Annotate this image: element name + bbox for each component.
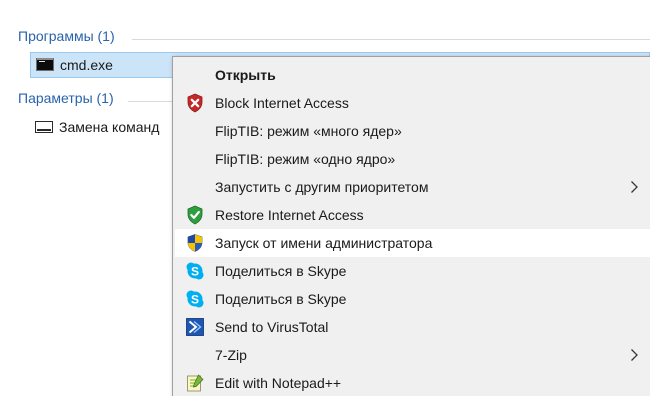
virustotal-icon	[185, 317, 205, 337]
menu-item-label: Запуск от имени администратора	[215, 235, 433, 251]
menu-item-label: Block Internet Access	[215, 95, 349, 111]
menu-item-fliptib-one-core[interactable]: FlipTIB: режим «одно ядро»	[175, 145, 650, 173]
menu-item-label: Restore Internet Access	[215, 207, 364, 223]
menu-item-label: Edit with Notepad++	[215, 375, 342, 391]
svg-text:S: S	[191, 264, 199, 278]
group-header-programs[interactable]: Программы (1)	[0, 24, 650, 48]
menu-item-fliptib-many-cores[interactable]: FlipTIB: режим «много ядер»	[175, 117, 650, 145]
chevron-right-icon	[627, 348, 641, 362]
menu-item-edit-with-notepad-plus-plus[interactable]: Edit with Notepad++	[175, 369, 650, 396]
chevron-right-icon	[627, 180, 641, 194]
menu-item-block-internet-access[interactable]: Block Internet Access	[175, 89, 650, 117]
svg-text:S: S	[191, 292, 199, 306]
result-item-label: Замена команд	[59, 119, 160, 135]
menu-item-7zip[interactable]: 7-Zip	[175, 341, 650, 369]
menu-item-restore-internet-access[interactable]: Restore Internet Access	[175, 201, 650, 229]
menu-item-open[interactable]: Открыть	[175, 61, 650, 89]
menu-item-label: Send to VirusTotal	[215, 319, 329, 335]
uac-shield-icon	[185, 233, 205, 253]
menu-item-share-skype-1[interactable]: S Поделиться в Skype	[175, 257, 650, 285]
notepad-plus-plus-icon	[185, 373, 205, 393]
menu-item-label: Запустить с другим приоритетом	[215, 179, 429, 195]
menu-item-run-with-priority[interactable]: Запустить с другим приоритетом	[175, 173, 650, 201]
menu-item-label: 7-Zip	[215, 347, 247, 363]
menu-item-label: FlipTIB: режим «много ядер»	[215, 123, 402, 139]
context-menu: Открыть Block Internet Access FlipTIB: р…	[172, 56, 650, 396]
console-icon	[35, 121, 53, 133]
skype-icon: S	[185, 261, 205, 281]
group-header-label: Параметры (1)	[18, 90, 114, 106]
shield-green-check-icon	[185, 205, 205, 225]
menu-item-label: Открыть	[215, 67, 276, 83]
menu-item-label: FlipTIB: режим «одно ядро»	[215, 151, 396, 167]
shield-red-x-icon	[185, 93, 205, 113]
menu-item-run-as-administrator[interactable]: Запуск от имени администратора	[175, 229, 650, 257]
menu-item-share-skype-2[interactable]: S Поделиться в Skype	[175, 285, 650, 313]
menu-item-label: Поделиться в Skype	[215, 291, 347, 307]
result-item-console-setting[interactable]: Замена команд	[30, 115, 180, 141]
menu-item-send-to-virustotal[interactable]: Send to VirusTotal	[175, 313, 650, 341]
group-header-label: Программы (1)	[18, 28, 115, 44]
result-item-label: cmd.exe	[60, 57, 113, 73]
search-results-window: Программы (1) cmd.exe Параметры (1) Заме…	[0, 0, 650, 396]
group-divider	[132, 39, 650, 40]
cmd-icon	[36, 58, 54, 71]
menu-item-label: Поделиться в Skype	[215, 263, 347, 279]
skype-icon: S	[185, 289, 205, 309]
